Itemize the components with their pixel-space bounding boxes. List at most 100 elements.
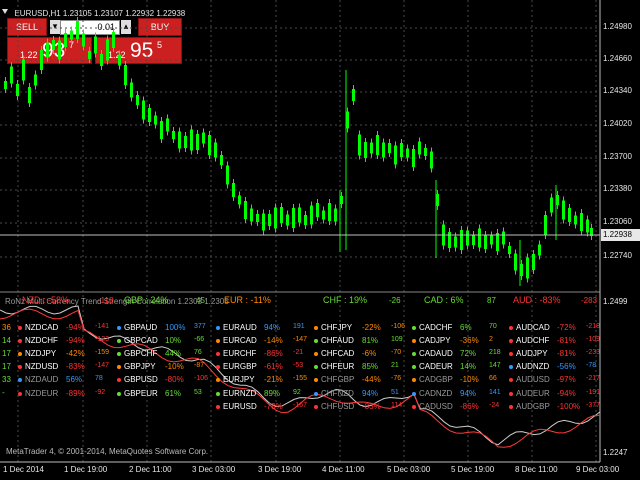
pair-symbol: CHFEUR bbox=[321, 362, 355, 372]
sell-price-box[interactable]: 1.22 93 7 bbox=[7, 37, 92, 64]
pair-symbol: CADAUD bbox=[419, 349, 453, 359]
sell-button[interactable]: SELL bbox=[7, 18, 47, 36]
pair-symbol: AUDCHF bbox=[516, 336, 550, 346]
pair-symbol: EURJPY bbox=[223, 375, 255, 385]
pair-percent: -21% bbox=[264, 375, 283, 385]
pair-symbol: AUDNZD bbox=[516, 362, 550, 372]
candle-body bbox=[10, 66, 13, 84]
pair-value: -123 bbox=[95, 336, 110, 344]
candle-body bbox=[274, 207, 277, 229]
candle-body bbox=[430, 151, 433, 169]
candle-body bbox=[478, 228, 481, 248]
pair-value: 78 bbox=[95, 375, 103, 383]
candle-body bbox=[190, 129, 193, 151]
lot-size-input[interactable]: 0.01 bbox=[60, 20, 120, 35]
candle-body bbox=[544, 215, 547, 235]
pair-symbol: NZDAUD bbox=[25, 375, 59, 385]
chart-menu-icon[interactable] bbox=[2, 9, 8, 15]
pair-symbol: CHFGBP bbox=[321, 375, 355, 385]
pair-symbol: GBPUSD bbox=[124, 375, 158, 385]
candle-body bbox=[298, 207, 301, 223]
price-tick: 1.23060 bbox=[603, 217, 632, 226]
price-tick: 1.24340 bbox=[603, 86, 632, 95]
price-tick: 1.24020 bbox=[603, 119, 632, 128]
buy-price-prefix: 1.22 bbox=[108, 50, 126, 60]
pair-value: 147 bbox=[489, 362, 501, 370]
buy-price-box[interactable]: 1.22 95 5 bbox=[95, 37, 182, 64]
candle-body bbox=[406, 148, 409, 158]
price-tick: 1.23700 bbox=[603, 152, 632, 161]
pair-value: -377 bbox=[586, 401, 601, 409]
pair-percent: -81% bbox=[557, 349, 576, 359]
pair-percent: -44% bbox=[362, 375, 381, 385]
candle-body bbox=[322, 210, 325, 220]
pair-symbol: AUDJPY bbox=[516, 349, 548, 359]
pair-status-dot bbox=[509, 326, 513, 330]
pair-value: -155 bbox=[293, 375, 308, 383]
candle-body bbox=[346, 111, 349, 129]
pair-value: -87 bbox=[194, 362, 205, 370]
pair-value: 141 bbox=[489, 388, 501, 396]
candle-body bbox=[562, 200, 565, 220]
pair-percent: -14% bbox=[264, 336, 283, 346]
pair-status-dot bbox=[117, 391, 121, 396]
pair-value: -147 bbox=[95, 362, 110, 370]
pair-symbol: EURUSD bbox=[223, 401, 257, 411]
pair-status-dot bbox=[117, 339, 121, 344]
time-tick: 2 Dec 11:00 bbox=[129, 465, 172, 474]
current-price-label: 1.22938 bbox=[601, 229, 640, 241]
pair-percent: -100% bbox=[557, 401, 581, 411]
strength-eur: EUR : -11% bbox=[224, 295, 271, 305]
pair-percent: 10% bbox=[165, 336, 182, 346]
lot-increase-button[interactable]: ▴ bbox=[121, 20, 131, 34]
candle-body bbox=[142, 100, 145, 120]
pair-status-dot bbox=[509, 352, 513, 357]
pair-percent: 89% bbox=[264, 388, 281, 398]
strength-cad: CAD : 6% bbox=[424, 295, 464, 305]
candle-body bbox=[178, 131, 181, 149]
buy-button[interactable]: BUY bbox=[138, 18, 182, 36]
pair-status-dot bbox=[216, 404, 220, 409]
candle-body bbox=[520, 264, 523, 276]
candle-body bbox=[502, 231, 505, 245]
pair-symbol: CADUSD bbox=[419, 401, 453, 411]
pair-value: 114 bbox=[391, 401, 403, 409]
sell-price-big: 93 bbox=[42, 39, 66, 62]
pair-value: 21 bbox=[391, 362, 399, 370]
pair-status-dot bbox=[509, 378, 513, 383]
indicator-scale-top: 1.2499 bbox=[603, 297, 628, 306]
candle-body bbox=[232, 183, 235, 197]
candle-body bbox=[526, 257, 529, 279]
pair-value: 109 bbox=[391, 336, 403, 344]
candle-body bbox=[286, 214, 289, 226]
pair-percent: 56% bbox=[66, 375, 83, 385]
left-value: 36 bbox=[2, 323, 11, 332]
pair-value: -53 bbox=[293, 362, 304, 370]
candle-body bbox=[148, 108, 151, 122]
candle-body bbox=[292, 208, 295, 228]
candle-body bbox=[268, 214, 271, 226]
pair-status-dot bbox=[117, 365, 121, 370]
pair-value: -78 bbox=[586, 362, 597, 370]
pair-status-dot bbox=[117, 378, 121, 383]
time-tick: 3 Dec 03:00 bbox=[192, 465, 236, 474]
pair-symbol: EURGBP bbox=[223, 362, 257, 372]
pair-value: -106 bbox=[194, 375, 209, 383]
pair-symbol: CADEUR bbox=[419, 362, 453, 372]
pair-symbol: GBPCHF bbox=[124, 349, 158, 359]
pair-percent: 85% bbox=[362, 362, 379, 372]
pair-status-dot bbox=[216, 339, 220, 344]
lot-decrease-button[interactable]: ▾ bbox=[50, 20, 60, 34]
pair-status-dot bbox=[412, 352, 416, 357]
candle-body bbox=[304, 215, 307, 225]
pair-percent: -36% bbox=[460, 336, 479, 346]
pair-status-dot bbox=[216, 365, 220, 370]
pair-status-dot bbox=[412, 339, 416, 344]
pair-status-dot bbox=[18, 352, 22, 357]
candle-body bbox=[496, 233, 499, 251]
pair-symbol: CADNZD bbox=[419, 388, 453, 398]
pair-symbol: NZDCHF bbox=[25, 336, 58, 346]
pair-percent: -61% bbox=[264, 362, 283, 372]
pair-symbol: CADGBP bbox=[419, 375, 453, 385]
pair-value: -233 bbox=[586, 349, 601, 357]
